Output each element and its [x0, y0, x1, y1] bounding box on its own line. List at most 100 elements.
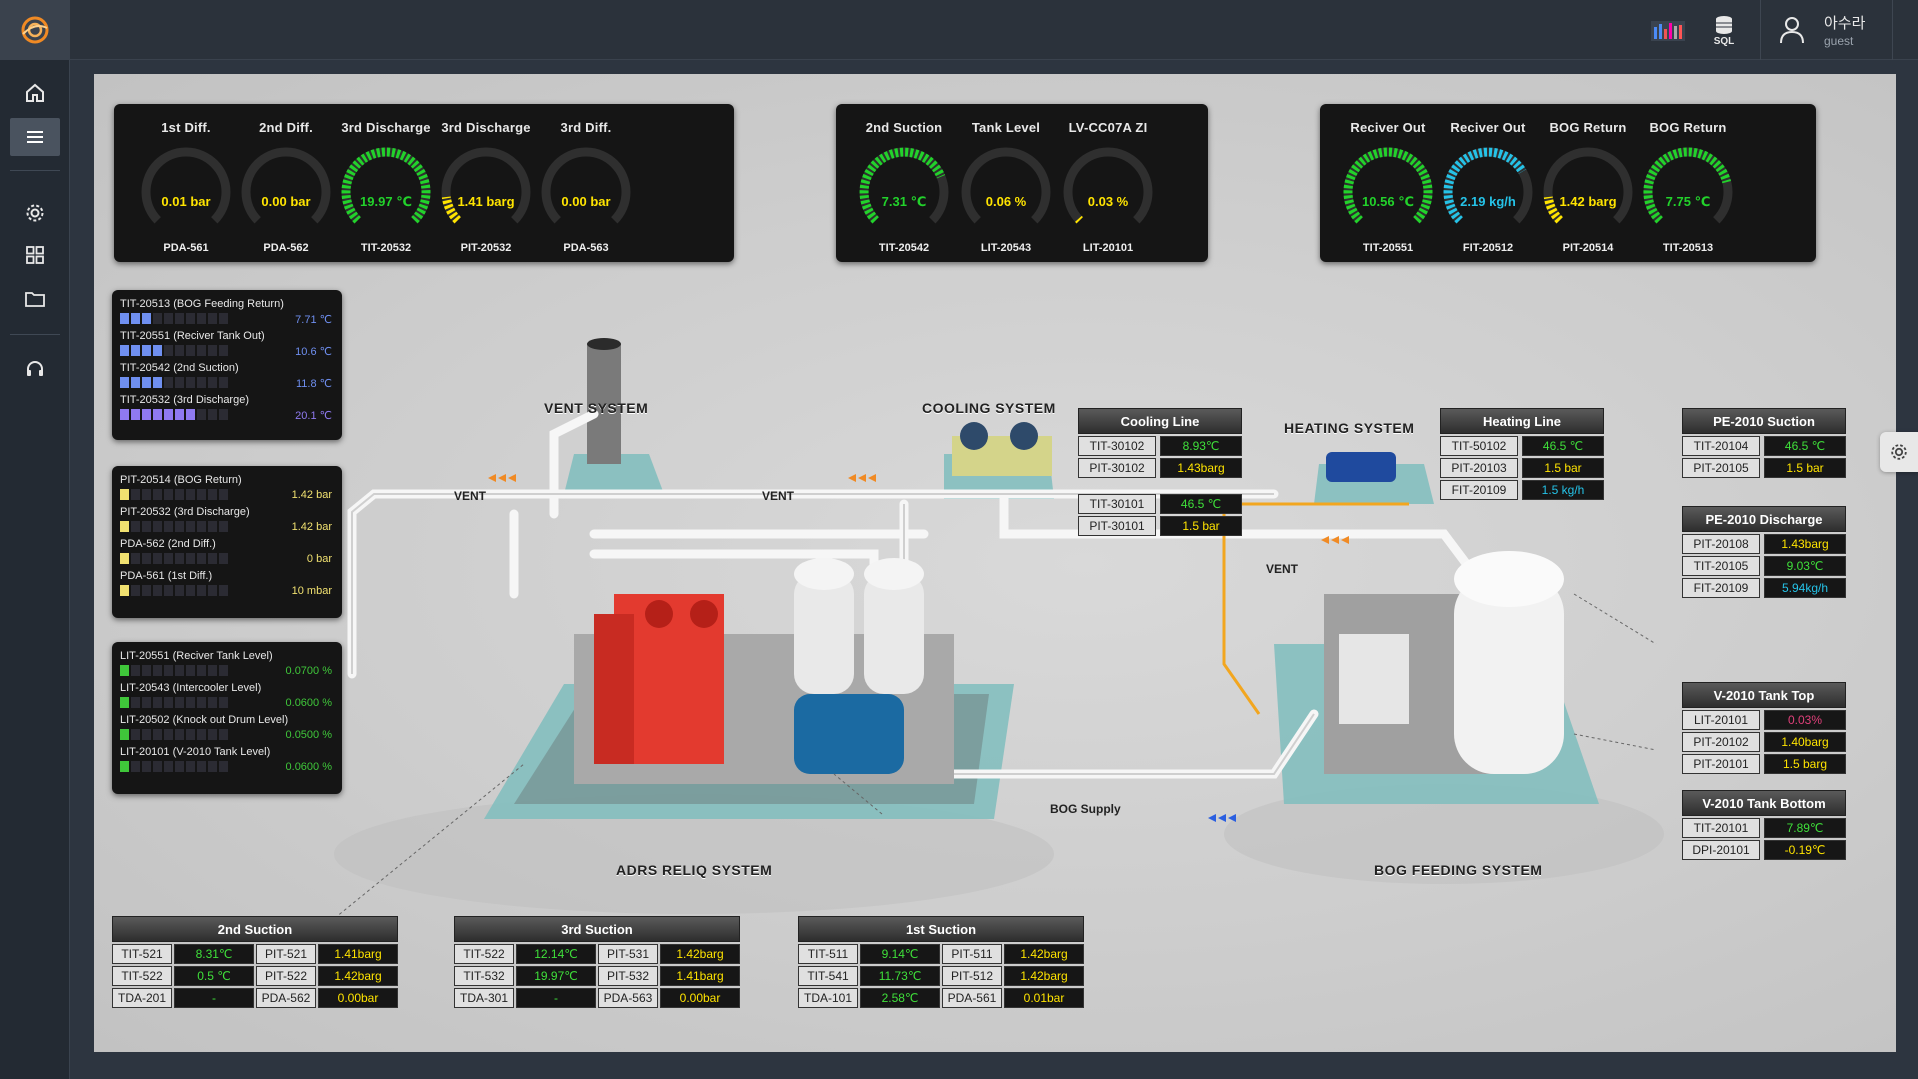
- value-cell: 1.43barg: [1160, 458, 1242, 478]
- gauge-tag: LIT-20101: [1082, 242, 1134, 254]
- bar-segment: [208, 553, 217, 564]
- bar-segment: [142, 345, 151, 356]
- bar-item-label: TIT-20532 (3rd Discharge): [120, 394, 249, 406]
- sidebar-item-menu[interactable]: [10, 118, 60, 156]
- bar-segment: [131, 489, 140, 500]
- bar-segment: [153, 729, 162, 740]
- sidebar-item-home[interactable]: [10, 74, 60, 112]
- vent-flow-label: VENT: [454, 489, 487, 503]
- user-avatar[interactable]: [1772, 12, 1812, 48]
- table-row: PIT-20105 1.5 bar: [1682, 458, 1846, 478]
- bar-segments: [120, 697, 228, 708]
- tag-cell: LIT-20101: [1682, 710, 1760, 730]
- bar-segment: [164, 553, 173, 564]
- table-title: PE-2010 Discharge: [1682, 506, 1846, 532]
- bar-segment: [131, 377, 140, 388]
- bar-segment: [175, 585, 184, 596]
- bar-item-label: PDA-561 (1st Diff.): [120, 570, 213, 582]
- bar-segment: [153, 313, 162, 324]
- bar-segment: [186, 313, 195, 324]
- tag-cell: TIT-511: [798, 944, 858, 964]
- bar-segment: [186, 697, 195, 708]
- bar-segment: [208, 377, 217, 388]
- table-gap: [1078, 478, 1242, 492]
- bar-segment: [208, 697, 217, 708]
- gauge-track: [859, 147, 949, 224]
- tag-cell: PIT-512: [942, 966, 1002, 986]
- value-cell: 0.03%: [1764, 710, 1846, 730]
- value-cell: 46.5 ℃: [1764, 436, 1846, 456]
- bar-item-value: 20.1 ℃: [295, 410, 332, 422]
- bar-segment: [164, 313, 173, 324]
- table-pe-suction: PE-2010 Suction TIT-20104 46.5 ℃ PIT-20105 1…: [1682, 408, 1846, 478]
- bar-segments: [120, 729, 228, 740]
- tag-cell: TIT-20104: [1682, 436, 1760, 456]
- gauge-dial: [541, 147, 631, 224]
- vent-flow-label: VENT: [762, 489, 795, 503]
- table-row: PIT-20103 1.5 bar: [1440, 458, 1604, 478]
- app-logo[interactable]: [0, 0, 70, 60]
- bar-segment: [142, 377, 151, 388]
- gauge-track: [541, 147, 631, 224]
- adrs-system-label: ADRS RELIQ SYSTEM: [616, 862, 773, 878]
- bar-segment: [197, 729, 206, 740]
- table-row: TIT-50102 46.5 ℃: [1440, 436, 1604, 456]
- bar-meter-icon: [1651, 21, 1685, 41]
- gauge-tag: TIT-20513: [1662, 242, 1714, 254]
- value-cell: -: [516, 988, 596, 1008]
- table-title: V-2010 Tank Bottom: [1682, 790, 1846, 816]
- bar-segment: [164, 489, 173, 500]
- bar-segment: [219, 313, 228, 324]
- gauge: BOG Return 7.75 ℃ TIT-20513: [1626, 104, 1750, 262]
- settings-drawer-button[interactable]: [1880, 432, 1918, 472]
- value-cell: 46.5 ℃: [1160, 494, 1242, 514]
- table-row: TDA-201- PDA-562 0.00bar: [112, 988, 398, 1008]
- bar-segment: [186, 489, 195, 500]
- heating-system-label: HEATING SYSTEM: [1284, 420, 1415, 436]
- bar-segment: [175, 377, 184, 388]
- bar-segment: [208, 585, 217, 596]
- bar-segment: [197, 313, 206, 324]
- bar-segment: [208, 345, 217, 356]
- bar-segment: [197, 761, 206, 772]
- bar-segment: [153, 377, 162, 388]
- gauge-track: [441, 147, 531, 224]
- bar-segment: [175, 729, 184, 740]
- value-cell: 0.01bar: [1004, 988, 1084, 1008]
- bar-segment: [219, 585, 228, 596]
- sidebar: [0, 0, 70, 1079]
- bar-panel-temperature: TIT-20513 (BOG Feeding Return) 7.71 ℃ TIT-…: [112, 290, 342, 440]
- table-row: TIT-20104 46.5 ℃: [1682, 436, 1846, 456]
- bar-segment: [175, 761, 184, 772]
- sidebar-item-support[interactable]: [10, 350, 60, 388]
- bar-segment: [120, 697, 129, 708]
- bar-segment: [142, 585, 151, 596]
- sidebar-item-dashboard[interactable]: [10, 236, 60, 274]
- sql-button[interactable]: SQL: [1704, 12, 1744, 48]
- bar-segment: [197, 665, 206, 676]
- bar-item: PIT-20532 (3rd Discharge) 1.42 bar: [120, 506, 334, 538]
- sidebar-item-settings[interactable]: [10, 194, 60, 232]
- bar-item: PDA-562 (2nd Diff.) 0 bar: [120, 538, 334, 570]
- bar-segment: [219, 697, 228, 708]
- gauge-title: 3rd Diff.: [560, 120, 612, 135]
- level-meter-button[interactable]: [1648, 12, 1688, 48]
- value-cell: 1.5 bar: [1764, 458, 1846, 478]
- value-cell: 9.03℃: [1764, 556, 1846, 576]
- bar-segment: [131, 665, 140, 676]
- value-cell: 1.42barg: [660, 944, 740, 964]
- bar-segment: [153, 345, 162, 356]
- sidebar-item-files[interactable]: [10, 280, 60, 318]
- bar-segments: [120, 313, 228, 324]
- bar-segment: [219, 729, 228, 740]
- bar-segment: [164, 345, 173, 356]
- table-row: TDA-101 2.58℃ PDA-561 0.01bar: [798, 988, 1084, 1008]
- bar-segments: [120, 377, 228, 388]
- value-cell: 1.42barg: [1004, 966, 1084, 986]
- bar-item-value: 10.6 ℃: [295, 346, 332, 358]
- bar-segment: [164, 729, 173, 740]
- bar-segment: [153, 489, 162, 500]
- table-row: PIT-20101 1.5 barg: [1682, 754, 1846, 774]
- bar-panel-pressure: PIT-20514 (BOG Return) 1.42 bar PIT-20532 …: [112, 466, 342, 618]
- table-title: 1st Suction: [798, 916, 1084, 942]
